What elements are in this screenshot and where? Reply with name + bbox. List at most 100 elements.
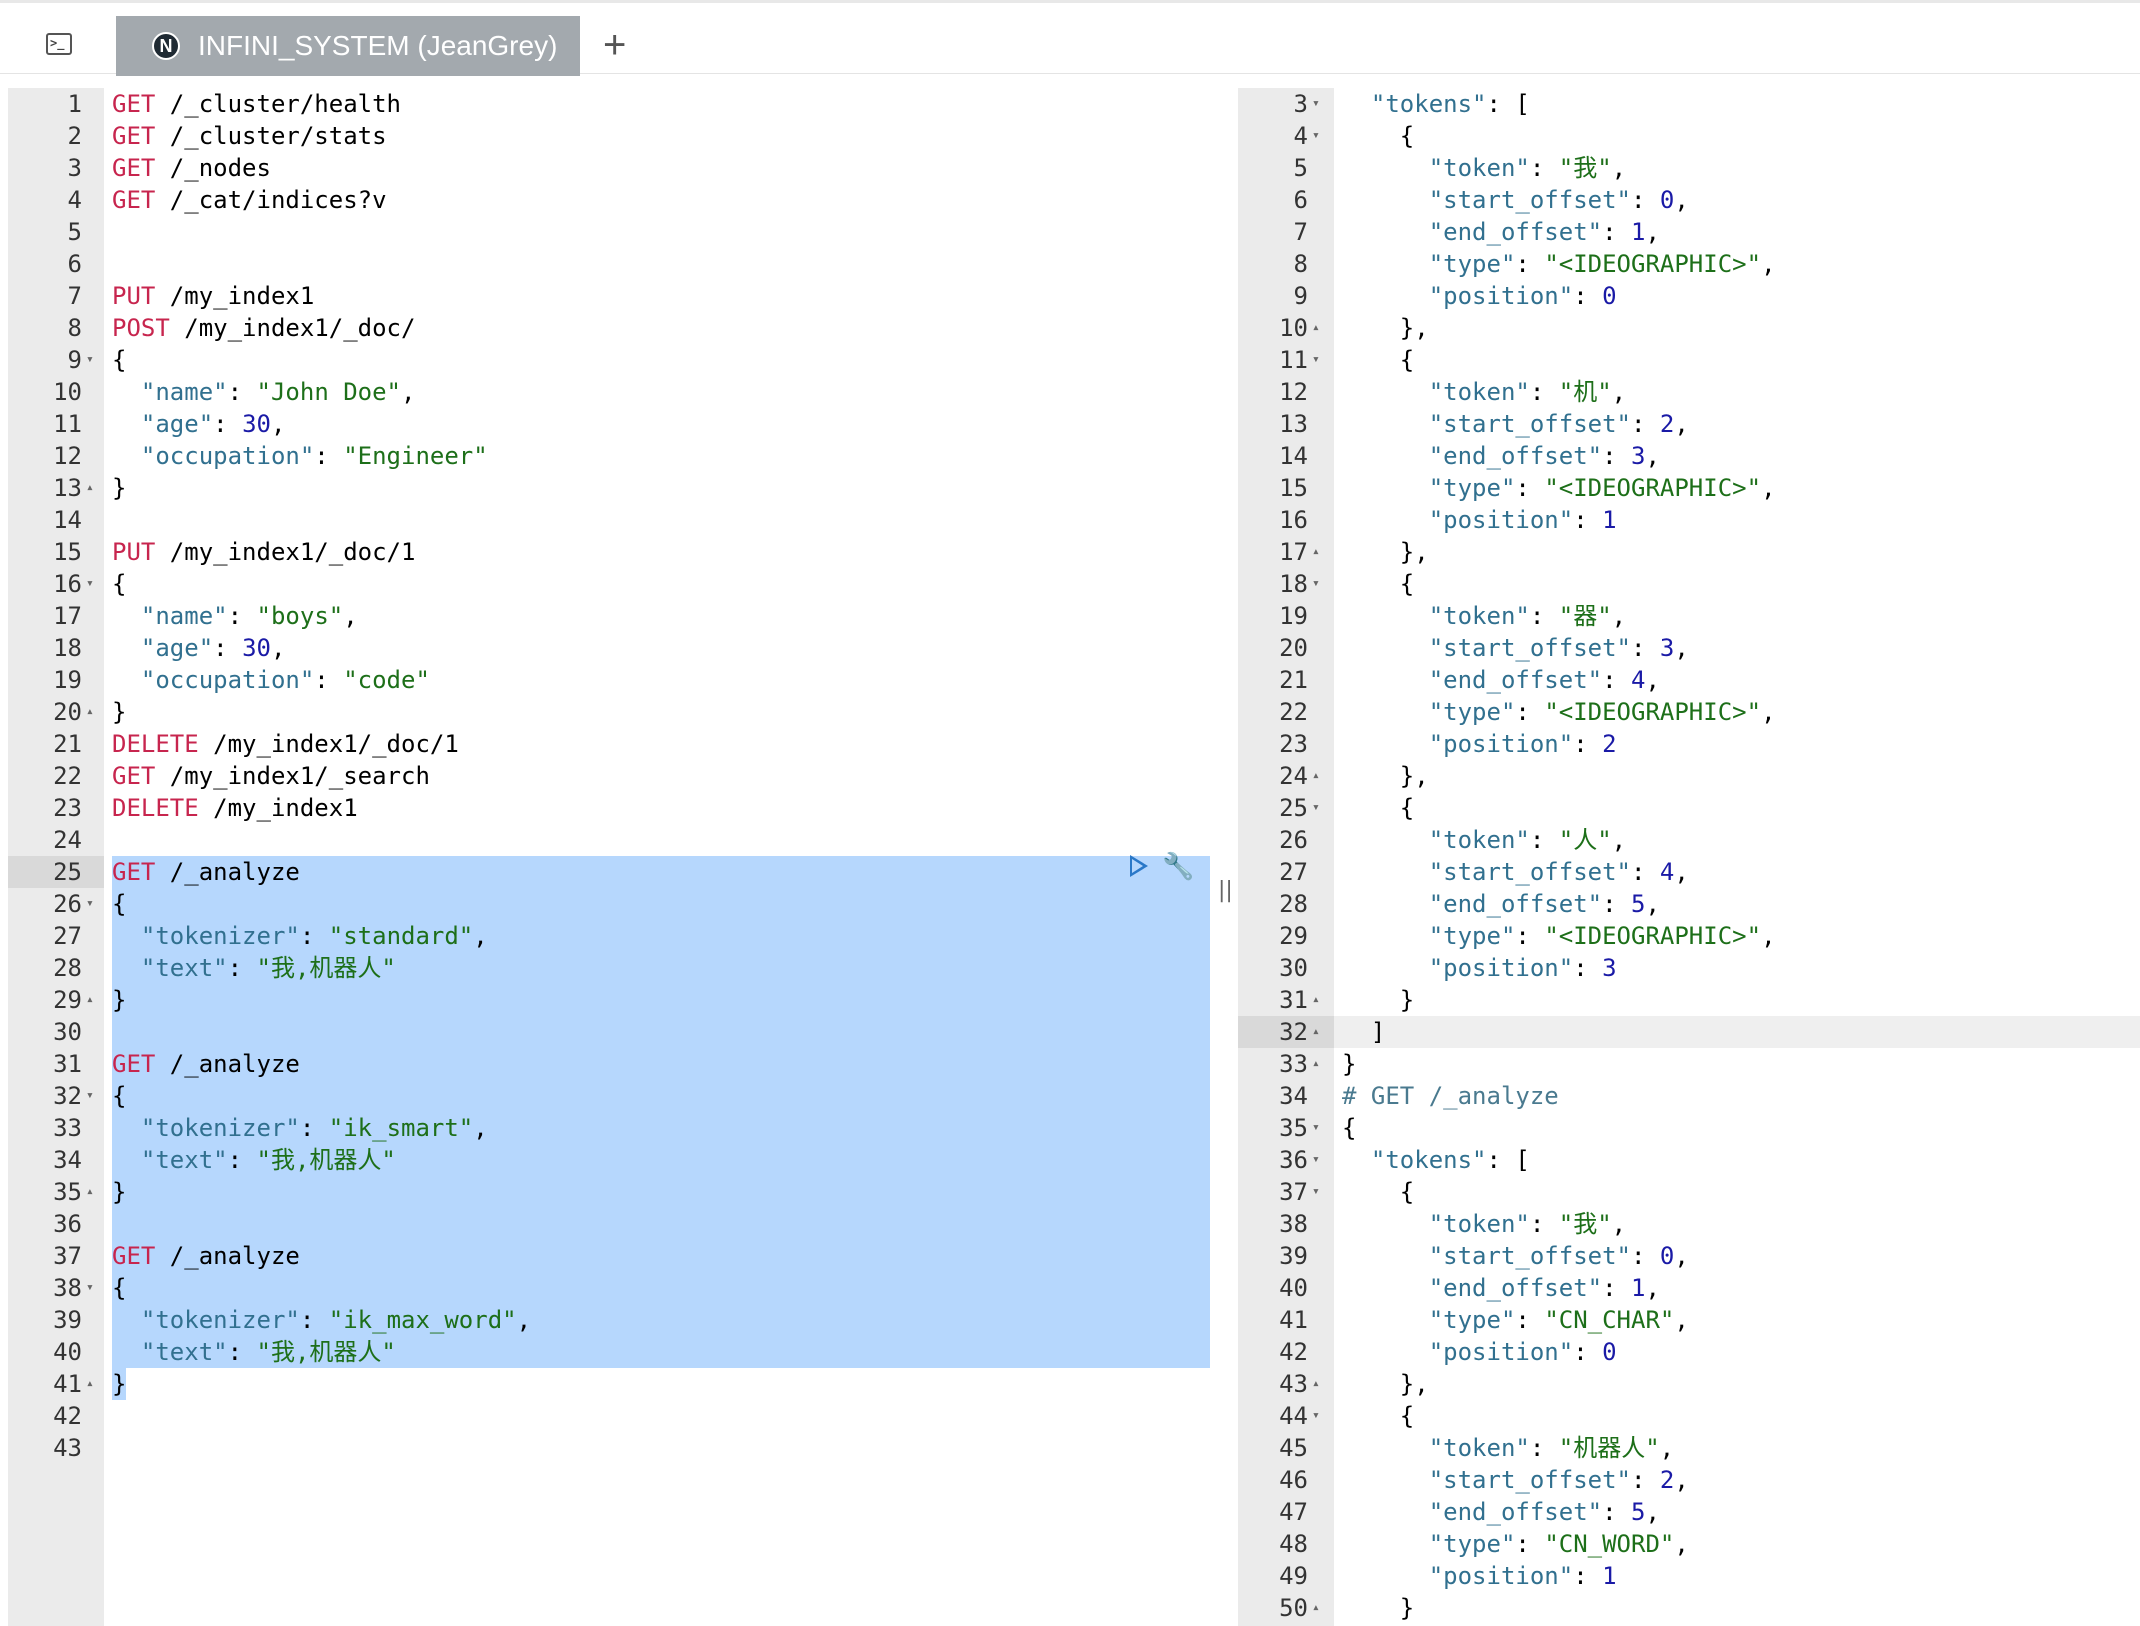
code-line[interactable]: 25 GET /_analyze [8, 856, 1210, 888]
code-line[interactable]: 15 PUT /my_index1/_doc/1 [8, 536, 1210, 568]
code-line[interactable]: 3 ▾ "tokens": [ [1238, 88, 2140, 120]
code-line[interactable]: 38 "token": "我", [1238, 1208, 2140, 1240]
code-line[interactable]: 46 "start_offset": 2, [1238, 1464, 2140, 1496]
code-line[interactable]: 8 "type": "<IDEOGRAPHIC>", [1238, 248, 2140, 280]
fold-arrow-up-icon[interactable]: ▴ [1312, 1048, 1320, 1080]
code-line[interactable]: 13 ▴} [8, 472, 1210, 504]
code-line[interactable]: 34 # GET /_analyze [1238, 1080, 2140, 1112]
code-line[interactable]: 27 "tokenizer": "standard", [8, 920, 1210, 952]
code-line[interactable]: 43 ▴ }, [1238, 1368, 2140, 1400]
code-line[interactable]: 19 "token": "器", [1238, 600, 2140, 632]
code-line[interactable]: 48 "type": "CN_WORD", [1238, 1528, 2140, 1560]
fold-arrow-up-icon[interactable]: ▴ [1312, 1592, 1320, 1624]
code-line[interactable]: 14 [8, 504, 1210, 536]
code-line[interactable]: 13 "start_offset": 2, [1238, 408, 2140, 440]
response-editor[interactable]: 3 ▾ "tokens": [4 ▾ {5 "token": "我", 6 "star… [1238, 88, 2140, 1626]
code-line[interactable]: 11 "age": 30, [8, 408, 1210, 440]
code-line[interactable]: 28 "end_offset": 5, [1238, 888, 2140, 920]
fold-arrow-down-icon[interactable]: ▾ [86, 568, 94, 600]
fold-arrow-up-icon[interactable]: ▴ [86, 472, 94, 504]
code-line[interactable]: 16 ▾ { [8, 568, 1210, 600]
fold-arrow-down-icon[interactable]: ▾ [1312, 1400, 1320, 1432]
code-line[interactable]: 34 "text": "我,机器人" [8, 1144, 1210, 1176]
code-line[interactable]: 5 [8, 216, 1210, 248]
code-line[interactable]: 10 ▴ }, [1238, 312, 2140, 344]
fold-arrow-up-icon[interactable]: ▴ [1312, 312, 1320, 344]
code-line[interactable]: 20 "start_offset": 3, [1238, 632, 2140, 664]
fold-arrow-down-icon[interactable]: ▾ [86, 344, 94, 376]
code-line[interactable]: 14 "end_offset": 3, [1238, 440, 2140, 472]
code-line[interactable]: 42 [8, 1400, 1210, 1432]
code-line[interactable]: 20 ▴} [8, 696, 1210, 728]
code-line[interactable]: 29 "type": "<IDEOGRAPHIC>", [1238, 920, 2140, 952]
tab-infini-system[interactable]: N INFINI_SYSTEM (JeanGrey) [116, 16, 580, 76]
fold-arrow-up-icon[interactable]: ▴ [86, 1368, 94, 1400]
code-line[interactable]: 31 GET /_analyze [8, 1048, 1210, 1080]
code-line[interactable]: 26 ▾ { [8, 888, 1210, 920]
code-line[interactable]: 35 ▾ { [1238, 1112, 2140, 1144]
code-line[interactable]: 36 ▾ "tokens": [ [1238, 1144, 2140, 1176]
code-line[interactable]: 22 "type": "<IDEOGRAPHIC>", [1238, 696, 2140, 728]
fold-arrow-down-icon[interactable]: ▾ [1312, 88, 1320, 120]
pane-resizer-handle[interactable]: || [1218, 878, 1233, 903]
code-line[interactable]: 21 "end_offset": 4, [1238, 664, 2140, 696]
code-line[interactable]: 35 ▴} [8, 1176, 1210, 1208]
code-line[interactable]: 6 "start_offset": 0, [1238, 184, 2140, 216]
fold-arrow-up-icon[interactable]: ▴ [1312, 1016, 1320, 1048]
fold-arrow-up-icon[interactable]: ▴ [1312, 1368, 1320, 1400]
code-line[interactable]: 8 POST /my_index1/_doc/ [8, 312, 1210, 344]
code-line[interactable]: 39 "tokenizer": "ik_max_word", [8, 1304, 1210, 1336]
code-line[interactable]: 17 "name": "boys", [8, 600, 1210, 632]
fold-arrow-down-icon[interactable]: ▾ [86, 1272, 94, 1304]
code-line[interactable]: 49 "position": 1 [1238, 1560, 2140, 1592]
wrench-icon[interactable]: 🔧 [1162, 854, 1194, 880]
code-line[interactable]: 6 [8, 248, 1210, 280]
code-line[interactable]: 33 ▴} [1238, 1048, 2140, 1080]
add-tab-button[interactable]: + [603, 25, 626, 65]
fold-arrow-up-icon[interactable]: ▴ [1312, 984, 1320, 1016]
code-line[interactable]: 7 "end_offset": 1, [1238, 216, 2140, 248]
code-line[interactable]: 39 "start_offset": 0, [1238, 1240, 2140, 1272]
fold-arrow-down-icon[interactable]: ▾ [1312, 120, 1320, 152]
code-line[interactable]: 19 "occupation": "code" [8, 664, 1210, 696]
code-line[interactable]: 41 ▴} [8, 1368, 1210, 1400]
request-editor[interactable]: 1 GET /_cluster/health 2 GET /_cluster/stat… [8, 88, 1210, 1626]
play-icon[interactable] [1130, 855, 1148, 877]
code-line[interactable]: 12 "occupation": "Engineer" [8, 440, 1210, 472]
code-line[interactable]: 38 ▾ { [8, 1272, 1210, 1304]
code-line[interactable]: 50 ▴ } [1238, 1592, 2140, 1624]
fold-arrow-down-icon[interactable]: ▾ [1312, 1112, 1320, 1144]
code-line[interactable]: 42 "position": 0 [1238, 1336, 2140, 1368]
code-line[interactable]: 18 "age": 30, [8, 632, 1210, 664]
fold-arrow-up-icon[interactable]: ▴ [86, 1176, 94, 1208]
code-line[interactable]: 15 "type": "<IDEOGRAPHIC>", [1238, 472, 2140, 504]
fold-arrow-down-icon[interactable]: ▾ [1312, 568, 1320, 600]
code-line[interactable]: 41 "type": "CN_CHAR", [1238, 1304, 2140, 1336]
code-line[interactable]: 12 "token": "机", [1238, 376, 2140, 408]
fold-arrow-up-icon[interactable]: ▴ [86, 696, 94, 728]
fold-arrow-up-icon[interactable]: ▴ [1312, 536, 1320, 568]
fold-arrow-down-icon[interactable]: ▾ [1312, 1144, 1320, 1176]
code-line[interactable]: 30 "position": 3 [1238, 952, 2140, 984]
code-line[interactable]: 36 [8, 1208, 1210, 1240]
fold-arrow-down-icon[interactable]: ▾ [1312, 344, 1320, 376]
code-line[interactable]: 4 GET /_cat/indices?v [8, 184, 1210, 216]
code-line[interactable]: 40 "text": "我,机器人" [8, 1336, 1210, 1368]
code-line[interactable]: 31 ▴ } [1238, 984, 2140, 1016]
code-line[interactable]: 9 "position": 0 [1238, 280, 2140, 312]
code-line[interactable]: 25 ▾ { [1238, 792, 2140, 824]
code-line[interactable]: 44 ▾ { [1238, 1400, 2140, 1432]
code-line[interactable]: 2 GET /_cluster/stats [8, 120, 1210, 152]
code-line[interactable]: 45 "token": "机器人", [1238, 1432, 2140, 1464]
code-line[interactable]: 21 DELETE /my_index1/_doc/1 [8, 728, 1210, 760]
code-line[interactable]: 17 ▴ }, [1238, 536, 2140, 568]
code-line[interactable]: 37 ▾ { [1238, 1176, 2140, 1208]
fold-arrow-down-icon[interactable]: ▾ [1312, 1176, 1320, 1208]
code-line[interactable]: 33 "tokenizer": "ik_smart", [8, 1112, 1210, 1144]
code-line[interactable]: 26 "token": "人", [1238, 824, 2140, 856]
code-line[interactable]: 24 ▴ }, [1238, 760, 2140, 792]
code-line[interactable]: 24 [8, 824, 1210, 856]
code-line[interactable]: 32 ▾ { [8, 1080, 1210, 1112]
code-line[interactable]: 22 GET /my_index1/_search [8, 760, 1210, 792]
code-line[interactable]: 5 "token": "我", [1238, 152, 2140, 184]
